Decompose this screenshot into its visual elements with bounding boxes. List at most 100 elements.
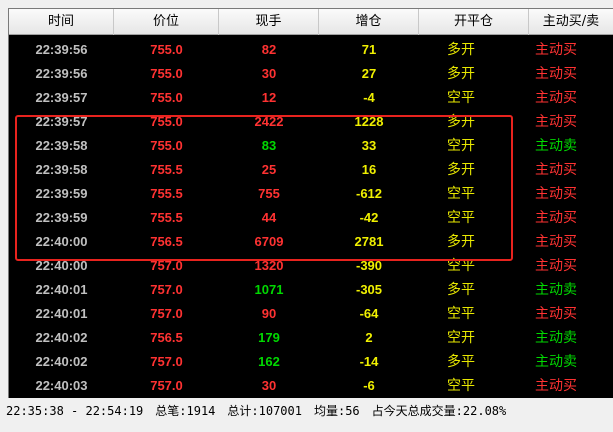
cell-time: 22:40:03	[35, 377, 88, 393]
cell-time: 22:40:00	[35, 233, 88, 249]
cell-direction: 主动买	[535, 306, 577, 322]
cell-direction: 主动买	[535, 114, 577, 130]
cell-open-close: 多平	[447, 354, 475, 370]
cell-direction: 主动卖	[535, 282, 577, 298]
status-avg-volume: 均量:56	[313, 404, 360, 418]
cell-time: 22:40:00	[35, 257, 88, 273]
cell-time: 22:39:59	[35, 209, 88, 225]
table-row[interactable]: 22:40:02 756.5 179 2 空开 主动卖	[9, 325, 613, 349]
cell-price: 757.0	[150, 377, 183, 393]
table-row[interactable]: 22:39:58 755.5 25 16 多开 主动买	[9, 157, 613, 181]
cell-direction: 主动买	[535, 258, 577, 274]
cell-volume: 179	[258, 329, 280, 345]
cell-price: 755.5	[150, 185, 183, 201]
cell-volume: 83	[261, 137, 277, 153]
cell-price: 757.0	[150, 281, 183, 297]
header-open-close[interactable]: 开平仓	[419, 9, 529, 35]
status-total-volume: 总计:107001	[227, 404, 302, 418]
table-row[interactable]: 22:40:02 757.0 162 -14 多平 主动卖	[9, 349, 613, 373]
table-row[interactable]: 22:39:59 755.5 755 -612 空平 主动买	[9, 181, 613, 205]
cell-open-close: 空开	[447, 330, 475, 346]
cell-open-close: 空平	[447, 90, 475, 106]
cell-oi-change: -390	[355, 257, 383, 273]
cell-open-close: 空平	[447, 258, 475, 274]
header-volume[interactable]: 现手	[219, 9, 319, 35]
cell-direction: 主动买	[535, 378, 577, 394]
table-row[interactable]: 22:39:59 755.5 44 -42 空平 主动买	[9, 205, 613, 229]
status-bar: 22:35:38 - 22:54:19 总笔:1914 总计:107001 均量…	[6, 401, 613, 421]
header-direction[interactable]: 主动买/卖	[529, 9, 613, 35]
status-share: 占今天总成交量:22.08%	[371, 404, 507, 418]
header-price[interactable]: 价位	[114, 9, 219, 35]
cell-oi-change: 2	[365, 329, 373, 345]
cell-open-close: 多开	[447, 234, 475, 250]
cell-time: 22:40:02	[35, 329, 88, 345]
cell-volume: 25	[261, 161, 277, 177]
table-row[interactable]: 22:39:56 755.0 82 71 多开 主动买	[9, 37, 613, 61]
cell-time: 22:39:58	[35, 161, 88, 177]
cell-time: 22:39:59	[35, 185, 88, 201]
cell-open-close: 空平	[447, 186, 475, 202]
cell-oi-change: -305	[355, 281, 383, 297]
table-row[interactable]: 22:40:00 756.5 6709 2781 多开 主动买	[9, 229, 613, 253]
cell-price: 755.5	[150, 209, 183, 225]
tick-rows: 22:39:56 755.0 82 71 多开 主动买 22:39:56 755.0 30 27 多…	[9, 37, 613, 397]
cell-direction: 主动买	[535, 186, 577, 202]
table-row[interactable]: 22:39:57 755.0 2422 1228 多开 主动买	[9, 109, 613, 133]
cell-direction: 主动买	[535, 234, 577, 250]
cell-open-close: 多开	[447, 114, 475, 130]
cell-volume: 755	[258, 185, 280, 201]
cell-volume: 30	[261, 377, 277, 393]
table-header: 时间 价位 现手 增仓 开平仓 主动买/卖	[9, 9, 613, 35]
cell-volume: 82	[261, 41, 277, 57]
cell-price: 755.0	[150, 41, 183, 57]
cell-open-close: 空平	[447, 378, 475, 394]
table-row[interactable]: 22:39:57 755.0 12 -4 空平 主动买	[9, 85, 613, 109]
cell-price: 755.5	[150, 161, 183, 177]
cell-price: 757.0	[150, 353, 183, 369]
cell-volume: 30	[261, 65, 277, 81]
table-row[interactable]: 22:39:56 755.0 30 27 多开 主动买	[9, 61, 613, 85]
tick-detail-panel[interactable]: 时间 价位 现手 增仓 开平仓 主动买/卖 22:39:56 755.0 82 71 多…	[8, 8, 613, 398]
cell-open-close: 多开	[447, 162, 475, 178]
cell-oi-change: -612	[355, 185, 383, 201]
status-total-trades: 总笔:1914	[155, 404, 216, 418]
cell-time: 22:39:56	[35, 41, 88, 57]
header-oi-change[interactable]: 增仓	[319, 9, 419, 35]
cell-volume: 6709	[254, 233, 284, 249]
cell-direction: 主动卖	[535, 354, 577, 370]
cell-oi-change: 33	[361, 137, 377, 153]
table-row[interactable]: 22:40:01 757.0 1071 -305 多平 主动卖	[9, 277, 613, 301]
tick-window: 时间 价位 现手 增仓 开平仓 主动买/卖 22:39:56 755.0 82 71 多…	[0, 0, 613, 432]
cell-oi-change: -6	[363, 377, 375, 393]
cell-oi-change: 27	[361, 65, 377, 81]
cell-volume: 2422	[254, 113, 284, 129]
table-row[interactable]: 22:40:00 757.0 1320 -390 空平 主动买	[9, 253, 613, 277]
table-row[interactable]: 22:40:01 757.0 90 -64 空平 主动买	[9, 301, 613, 325]
cell-volume: 44	[261, 209, 277, 225]
cell-open-close: 空平	[447, 306, 475, 322]
cell-direction: 主动买	[535, 90, 577, 106]
cell-direction: 主动买	[535, 162, 577, 178]
cell-time: 22:40:02	[35, 353, 88, 369]
cell-oi-change: -4	[363, 89, 375, 105]
cell-direction: 主动买	[535, 42, 577, 58]
cell-volume: 1071	[254, 281, 284, 297]
cell-time: 22:39:57	[35, 113, 88, 129]
cell-direction: 主动卖	[535, 330, 577, 346]
cell-price: 755.0	[150, 137, 183, 153]
cell-oi-change: 2781	[354, 233, 384, 249]
cell-price: 755.0	[150, 65, 183, 81]
cell-volume: 162	[258, 353, 280, 369]
table-row[interactable]: 22:39:58 755.0 83 33 空开 主动卖	[9, 133, 613, 157]
cell-open-close: 多开	[447, 66, 475, 82]
cell-volume: 1320	[254, 257, 284, 273]
cell-price: 755.0	[150, 113, 183, 129]
table-row[interactable]: 22:40:03 757.0 30 -6 空平 主动买	[9, 373, 613, 397]
header-time[interactable]: 时间	[9, 9, 114, 35]
cell-oi-change: 71	[361, 41, 377, 57]
cell-price: 756.5	[150, 233, 183, 249]
cell-time: 22:39:57	[35, 89, 88, 105]
cell-volume: 12	[261, 89, 277, 105]
cell-price: 756.5	[150, 329, 183, 345]
